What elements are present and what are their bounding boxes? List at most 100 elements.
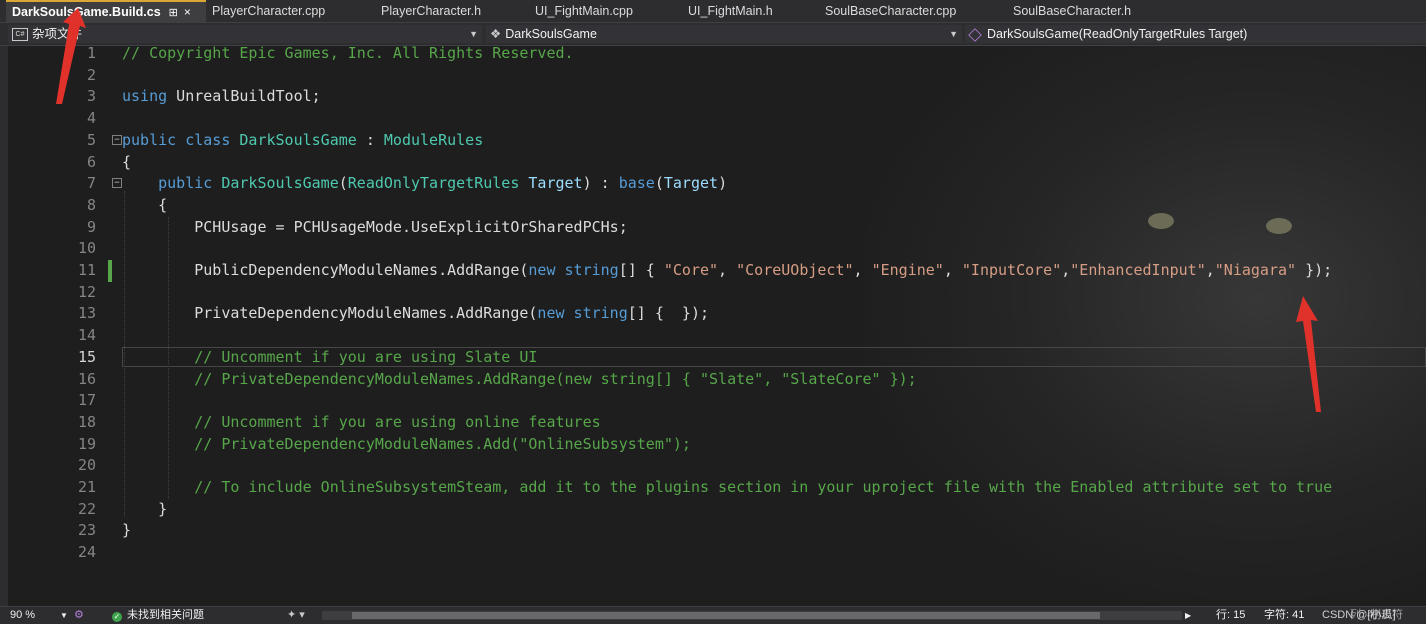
- line-number: 14: [77, 326, 96, 345]
- member-label: DarkSoulsGame(ReadOnlyTargetRules Target…: [987, 27, 1248, 41]
- code-line[interactable]: 17: [8, 390, 1426, 412]
- code-token: ,: [1205, 261, 1215, 279]
- code-token: DarkSoulsGame: [221, 174, 339, 193]
- code-text: }: [122, 520, 131, 542]
- indent-guide: [168, 216, 169, 499]
- code-line[interactable]: 10: [8, 238, 1426, 260]
- tab-label: UI_FightMain.h: [688, 4, 773, 18]
- code-line[interactable]: 22 }: [8, 499, 1426, 521]
- csharp-file-icon: C#: [12, 28, 28, 42]
- line-indicator: 行: 15: [1216, 609, 1246, 621]
- code-line[interactable]: 8 {: [8, 195, 1426, 217]
- code-editor[interactable]: 1 // Copyright Epic Games, Inc. All Right…: [8, 46, 1426, 606]
- code-cleanup-icon[interactable]: ✦ ▾: [287, 607, 305, 624]
- type-dropdown[interactable]: ❖ DarkSoulsGame ▼: [486, 25, 962, 43]
- code-line[interactable]: 24: [8, 542, 1426, 564]
- code-line[interactable]: 9 PCHUsage = PCHUsageMode.UseExplicitOrS…: [8, 217, 1426, 239]
- line-number: 15: [77, 347, 96, 366]
- current-line-highlight: [122, 346, 1426, 367]
- tab-playercharacter-h[interactable]: PlayerCharacter.h: [375, 0, 529, 22]
- code-text: using UnrealBuildTool;: [122, 86, 321, 108]
- code-token: }: [122, 499, 168, 518]
- code-line[interactable]: 11 PublicDependencyModuleNames.AddRange(…: [8, 260, 1426, 282]
- code-line[interactable]: 1 // Copyright Epic Games, Inc. All Right…: [8, 46, 1426, 65]
- tab-label: PlayerCharacter.h: [381, 4, 482, 18]
- code-token: ,: [1061, 261, 1071, 279]
- code-line[interactable]: 3 using UnrealBuildTool;: [8, 86, 1426, 108]
- status-bar: 90 % ▼ ⚙ ✓ 未找到相关问题 ✦ ▾ ▶ 行: 15 字符: 41 CSD…: [0, 606, 1426, 624]
- tab-label: SoulBaseCharacter.h: [1013, 4, 1132, 18]
- code-line[interactable]: 23}: [8, 520, 1426, 542]
- code-token: });: [1296, 261, 1333, 279]
- collapse-icon[interactable]: −: [112, 134, 122, 145]
- collapse-icon[interactable]: −: [112, 178, 122, 189]
- tab-label: DarkSoulsGame.Build.cs: [12, 5, 161, 19]
- issues-indicator[interactable]: ✓ 未找到相关问题: [112, 607, 204, 624]
- line-number: 5: [86, 130, 96, 149]
- tab-soulbasecharacter-cpp[interactable]: SoulBaseCharacter.cpp: [819, 0, 1006, 22]
- chevron-down-icon[interactable]: ▼: [60, 607, 68, 624]
- line-number: 7: [86, 174, 96, 193]
- code-token: }: [122, 521, 132, 540]
- code-line[interactable]: 20: [8, 455, 1426, 477]
- line-number: 24: [77, 543, 96, 562]
- member-dropdown[interactable]: DarkSoulsGame(ReadOnlyTargetRules Target…: [965, 25, 1426, 43]
- code-token: // PrivateDependencyModuleNames.Add("Onl…: [194, 434, 691, 453]
- check-circle-icon: ✓: [112, 612, 122, 622]
- project-dropdown[interactable]: C# 杂项文件 ▼: [8, 25, 482, 43]
- close-icon[interactable]: ×: [184, 2, 191, 22]
- tab-label: SoulBaseCharacter.cpp: [825, 4, 957, 18]
- pin-icon[interactable]: ⊞: [169, 3, 178, 23]
- tab-playercharacter-cpp[interactable]: PlayerCharacter.cpp: [206, 0, 374, 22]
- code-line[interactable]: 16 // PrivateDependencyModuleNames.AddRa…: [8, 369, 1426, 391]
- scroll-right-icon[interactable]: ▶: [1185, 607, 1191, 624]
- code-line[interactable]: 2: [8, 65, 1426, 87]
- code-text: // To include OnlineSubsystemSteam, add …: [122, 477, 1332, 499]
- code-text: }: [122, 499, 167, 521]
- tab-soulbasecharacter-h[interactable]: SoulBaseCharacter.h: [1007, 0, 1179, 22]
- code-text: public DarkSoulsGame(ReadOnlyTargetRules…: [122, 173, 727, 195]
- code-line[interactable]: 19 // PrivateDependencyModuleNames.Add("…: [8, 434, 1426, 456]
- tab-ui-fightmain-cpp[interactable]: UI_FightMain.cpp: [529, 0, 681, 22]
- code-line[interactable]: 6{: [8, 152, 1426, 174]
- char-indicator: 字符: 41: [1264, 609, 1305, 621]
- code-line[interactable]: 7 public DarkSoulsGame(ReadOnlyTargetRul…: [8, 173, 1426, 195]
- code-token: "InputCore": [961, 261, 1062, 279]
- code-line[interactable]: 18 // Uncomment if you are using online …: [8, 412, 1426, 434]
- tab-label: UI_FightMain.cpp: [535, 4, 633, 18]
- copilot-icon[interactable]: ⚙: [74, 607, 84, 624]
- issues-label: 未找到相关问题: [127, 609, 204, 621]
- indent-guide: [124, 191, 125, 517]
- class-icon: ❖: [490, 27, 502, 41]
- code-token: {: [122, 195, 168, 214]
- code-line[interactable]: 15 // Uncomment if you are using Slate U…: [8, 346, 1426, 369]
- code-token: Target: [663, 174, 719, 193]
- code-token: [] { });: [627, 304, 710, 323]
- tab-mode-indicator[interactable]: 制表符: [1370, 607, 1403, 624]
- code-text: // Copyright Epic Games, Inc. All Rights…: [122, 46, 574, 65]
- tab-ui-fightmain-h[interactable]: UI_FightMain.h: [682, 0, 819, 22]
- code-line[interactable]: 13 PrivateDependencyModuleNames.AddRange…: [8, 303, 1426, 325]
- code-line[interactable]: 14: [8, 325, 1426, 347]
- code-line[interactable]: 12: [8, 282, 1426, 304]
- code-token: new: [528, 261, 556, 279]
- code-text: PublicDependencyModuleNames.AddRange(new…: [122, 260, 1332, 282]
- zoom-level[interactable]: 90 %: [10, 607, 35, 624]
- scrollbar-thumb[interactable]: [352, 612, 1100, 619]
- tab-darksoulsgame-build-cs[interactable]: DarkSoulsGame.Build.cs ⊞ ×: [6, 0, 206, 22]
- code-token: // Copyright Epic Games, Inc. All Rights…: [122, 46, 574, 62]
- code-line[interactable]: 21 // To include OnlineSubsystemSteam, a…: [8, 477, 1426, 499]
- cube-icon: [968, 27, 982, 42]
- code-line[interactable]: 5 public class DarkSoulsGame : ModuleRule…: [8, 130, 1426, 152]
- line-number: 19: [77, 434, 96, 453]
- document-tab-bar: DarkSoulsGame.Build.cs ⊞ × PlayerCharacter…: [0, 0, 1426, 23]
- line-number: 2: [86, 65, 96, 84]
- horizontal-scrollbar[interactable]: [322, 611, 1182, 620]
- code-line[interactable]: 4: [8, 108, 1426, 130]
- chevron-down-icon: ▼: [949, 29, 958, 39]
- line-number: 9: [86, 217, 96, 236]
